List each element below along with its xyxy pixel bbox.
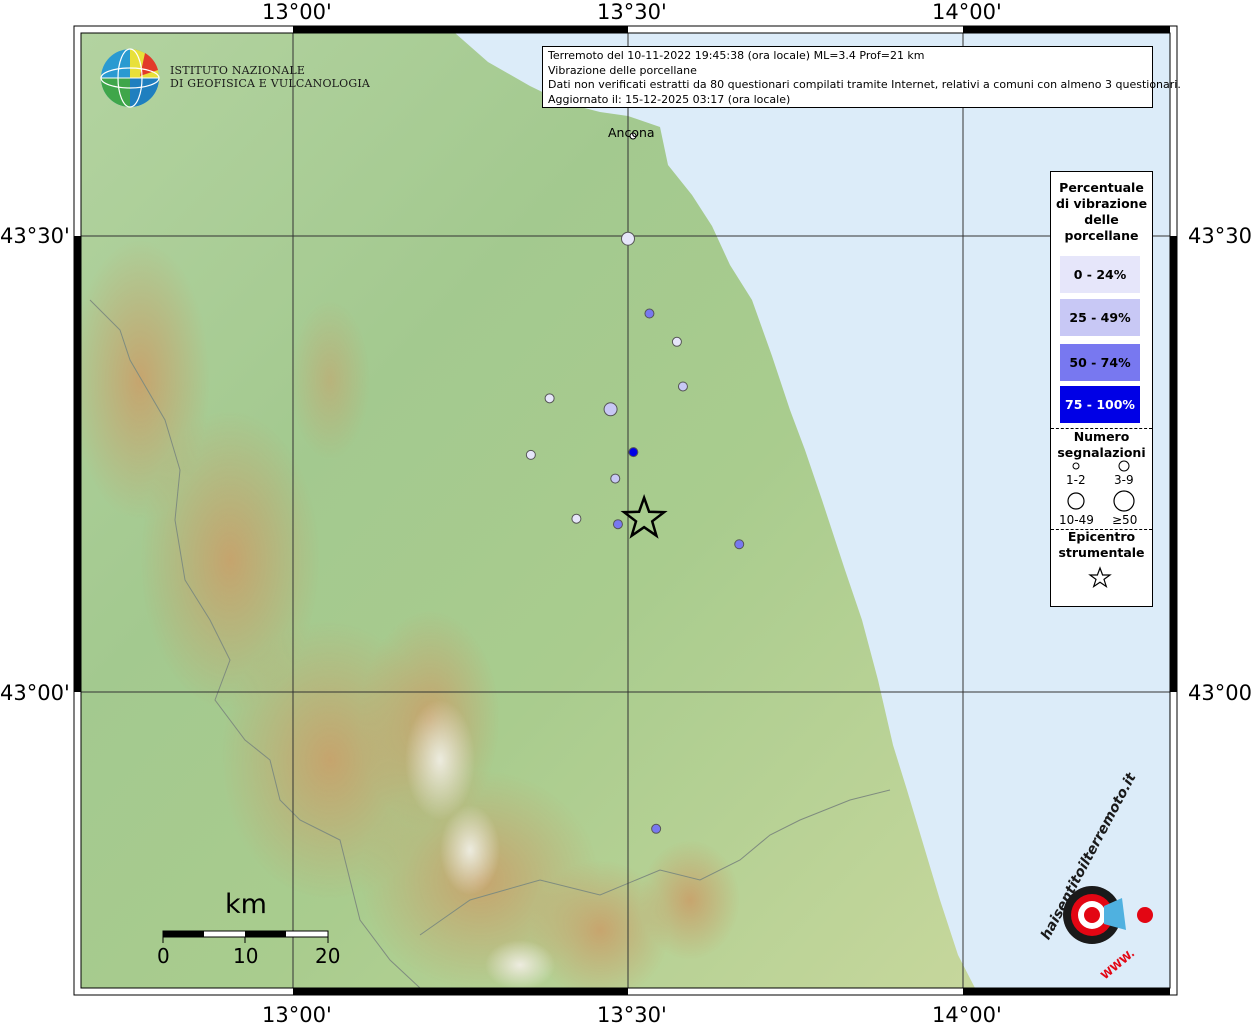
size-symbol-3-9 [1118,460,1130,472]
intensity-point[interactable] [610,473,621,484]
legend-count-symbols [1067,460,1135,512]
event-info-box: Terremoto del 10-11-2022 19:45:38 (ora l… [542,46,1181,108]
scale-tick-20: 20 [315,944,341,968]
scale-unit: km [225,889,267,920]
size-symbol-10-49 [1067,492,1085,510]
size-label-1-2: 1-2 [1066,473,1086,487]
map-legend: Percentuale di vibrazione delle porcella… [1050,171,1153,607]
intensity-point[interactable] [621,231,635,246]
size-label-10-49: 10-49 [1059,513,1094,527]
map-view[interactable]: 13°00' 13°30' 14°00' 13°00' 13°30' 14°00… [0,0,1254,1027]
legend-epicenter-star-icon [1088,566,1112,588]
event-title: Terremoto del 10-11-2022 19:45:38 (ora l… [548,49,925,62]
legend-class-25-49: 25 - 49% [1060,299,1140,336]
lon-label-bottom-3: 14°00' [932,1003,1002,1027]
intensity-point[interactable] [544,393,555,404]
intensity-point[interactable] [734,539,745,550]
lon-label-top-1: 13°00' [262,0,332,24]
size-label-50-plus: ≥50 [1112,513,1138,527]
scale-tick-0: 0 [157,944,170,968]
lon-label-bottom-2: 13°30' [597,1003,667,1027]
intensity-point[interactable] [644,308,655,319]
intensity-point[interactable] [651,823,662,834]
lat-label-left-1: 43°30' [0,224,70,248]
place-label-ancona: Ancona [608,125,655,140]
data-note: Dati non verificati estratti da 80 quest… [548,78,1181,91]
intensity-point[interactable] [671,336,682,347]
legend-class-75-100: 75 - 100% [1060,386,1140,423]
ingv-logo-text: ISTITUTO NAZIONALE DI GEOFISICA E VULCAN… [170,64,371,90]
map-subject: Vibrazione delle porcellane [548,63,697,77]
lat-label-right-1: 43°30' [1188,224,1254,248]
intensity-point[interactable] [571,513,582,524]
legend-class-50-74: 50 - 74% [1060,344,1140,381]
intensity-point[interactable] [612,519,623,530]
terrain-layer [81,33,1170,988]
intensity-point[interactable] [603,402,618,417]
lat-label-right-2: 43°00' [1188,681,1254,705]
lon-label-top-3: 14°00' [932,0,1002,24]
update-time: Aggiornato il: 15-12-2025 03:17 (ora loc… [548,92,791,106]
intensity-point[interactable] [525,449,536,460]
size-symbol-50-plus [1113,490,1135,512]
intensity-point[interactable] [628,447,639,458]
scale-tick-10: 10 [233,944,259,968]
lon-label-top-2: 13°30' [597,0,667,24]
legend-title: Percentuale di vibrazione delle porcella… [1055,180,1148,243]
intensity-point[interactable] [677,381,688,392]
lat-label-left-2: 43°00' [0,681,70,705]
legend-class-0-24: 0 - 24% [1060,256,1140,293]
size-label-3-9: 3-9 [1114,473,1134,487]
ingv-logo-globe [100,48,160,108]
lon-label-bottom-1: 13°00' [262,1003,332,1027]
size-symbol-1-2 [1072,462,1080,470]
legend-epicenter-title: Epicentro strumentale [1058,529,1145,560]
